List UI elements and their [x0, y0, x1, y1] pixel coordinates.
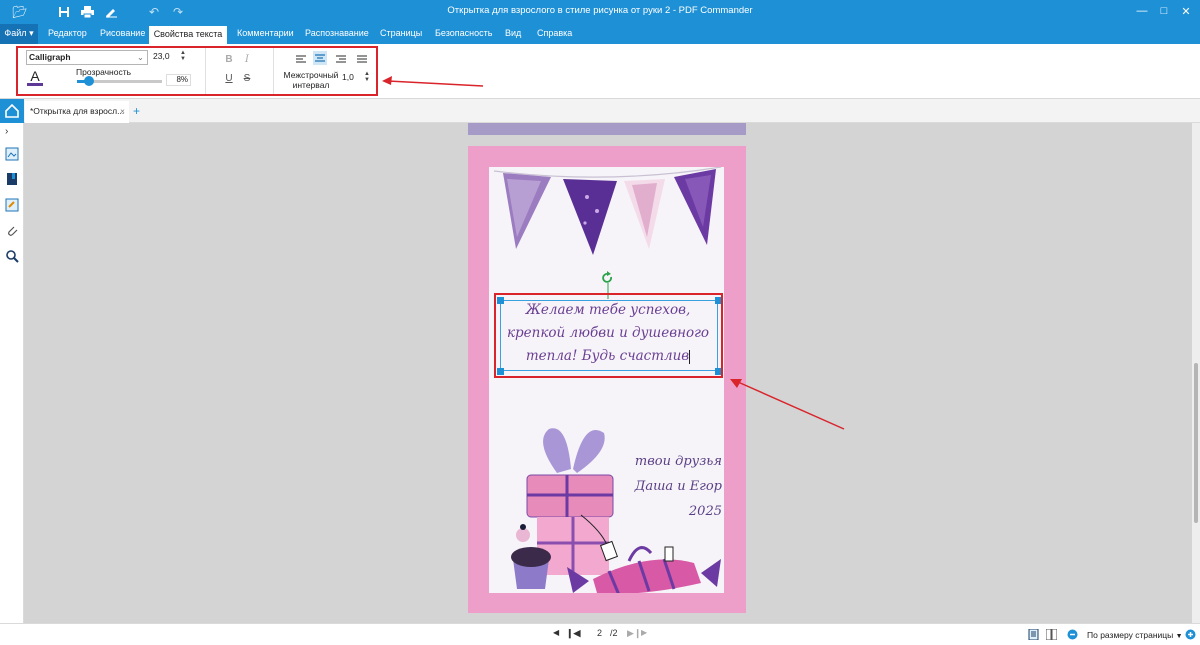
two-page-view-icon[interactable]	[1045, 628, 1058, 642]
previous-page-icon[interactable]: ❙◀	[566, 628, 580, 639]
previous-page-edge	[468, 123, 746, 135]
close-icon[interactable]: ✕	[1177, 2, 1195, 20]
home-button[interactable]	[0, 99, 24, 123]
signature-line: 2025	[688, 504, 722, 519]
signature-line: Даша и Егор	[634, 479, 722, 494]
tab-file-label: Файл	[4, 28, 27, 38]
zoom-out-icon[interactable]	[1067, 629, 1078, 642]
tab-editor[interactable]: Редактор	[48, 24, 87, 44]
current-page-field[interactable]: 2	[597, 628, 602, 638]
title-bar: 📂︎ ↶ ↷ Открытка для взрослого в стиле ри…	[0, 0, 1200, 24]
next-page-icon[interactable]: ▶❙	[627, 628, 641, 639]
total-pages: /2	[610, 628, 618, 638]
tab-drawing[interactable]: Рисование	[100, 24, 145, 44]
tab-file[interactable]: Файл ▾	[0, 24, 38, 44]
single-page-view-icon[interactable]	[1028, 628, 1039, 642]
last-page-icon[interactable]: ▶	[641, 628, 647, 637]
tab-view[interactable]: Вид	[505, 24, 521, 44]
first-page-icon[interactable]: ◀	[553, 628, 559, 637]
highlight-box-toolbar	[16, 46, 378, 96]
search-icon[interactable]	[5, 249, 19, 263]
chevron-right-icon[interactable]: ›	[5, 126, 19, 140]
chevron-down-icon: ▾	[29, 28, 34, 38]
left-tool-panel: ›	[0, 123, 24, 623]
window-title: Открытка для взрослого в стиле рисунка о…	[447, 5, 753, 16]
status-bar: ◀ ❙◀ 2 /2 ▶❙ ▶ По размеру страницы ▼	[0, 623, 1200, 645]
card-inner: Желаем тебе успехов, крепкой любви и душ…	[489, 167, 724, 593]
document-tab-bar: *Открытка для взросл... × +	[0, 99, 1200, 123]
tab-security[interactable]: Безопасность	[435, 24, 492, 44]
zoom-in-icon[interactable]	[1185, 629, 1196, 642]
page-thumbnails-icon[interactable]	[5, 147, 19, 161]
home-icon	[5, 103, 19, 118]
attachments-icon[interactable]	[5, 224, 19, 238]
annotation-arrow-toolbar	[382, 76, 484, 87]
tab-help[interactable]: Справка	[537, 24, 572, 44]
minimize-icon[interactable]: —	[1133, 2, 1151, 20]
document-tab[interactable]: *Открытка для взросл... ×	[25, 101, 129, 123]
bookmarks-icon[interactable]	[5, 172, 19, 186]
bunting-illustration	[493, 167, 722, 255]
add-tab-button[interactable]: +	[133, 101, 140, 121]
scrollbar-thumb[interactable]	[1194, 363, 1198, 523]
tab-text-properties[interactable]: Свойства текста	[149, 24, 227, 44]
maximize-icon[interactable]: □	[1155, 2, 1173, 20]
card-page[interactable]: Желаем тебе успехов, крепкой любви и душ…	[468, 146, 746, 613]
document-canvas[interactable]: Желаем тебе успехов, крепкой любви и душ…	[24, 123, 1192, 623]
ribbon-tabs: Файл ▾ Редактор Рисование Свойства текст…	[0, 24, 1200, 44]
highlight-box-text	[494, 293, 723, 378]
tab-recognition[interactable]: Распознавание	[305, 24, 369, 44]
close-tab-icon[interactable]: ×	[120, 101, 125, 121]
zoom-dropdown[interactable]: По размеру страницы ▼	[1087, 630, 1183, 640]
tab-comments[interactable]: Комментарии	[237, 24, 294, 44]
vertical-scrollbar[interactable]	[1192, 123, 1200, 623]
signature-text: твои друзья Даша и Егор 2025	[607, 449, 722, 524]
tab-pages[interactable]: Страницы	[380, 24, 422, 44]
signature-line: твои друзья	[634, 454, 722, 469]
document-tab-label: *Открытка для взросл...	[30, 106, 125, 116]
annotation-arrow-text	[730, 379, 845, 430]
annotations-icon[interactable]	[5, 198, 19, 212]
chevron-down-icon: ▼	[1175, 633, 1183, 640]
zoom-dropdown-value: По размеру страницы	[1087, 630, 1174, 640]
